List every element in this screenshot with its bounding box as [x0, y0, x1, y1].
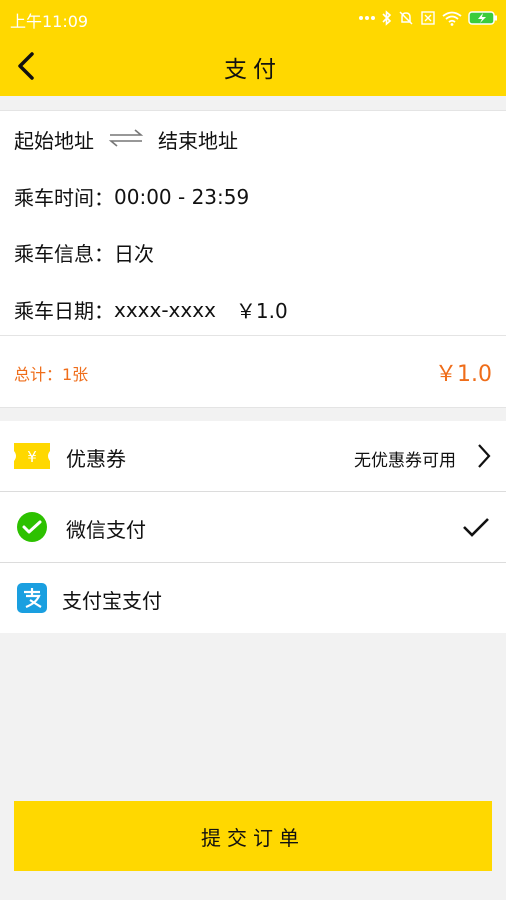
ride-date-row: 乘车日期： xxxx-xxxx ￥1.0: [14, 295, 288, 324]
ride-info-value: 日次: [114, 242, 154, 266]
swap-arrows-icon: [108, 128, 144, 152]
alipay-label: 支付宝支付: [62, 589, 162, 613]
ride-date-value: xxxx-xxxx: [114, 297, 216, 322]
total-label: 总计：1张: [14, 365, 89, 384]
app-bar: 支付: [0, 36, 506, 96]
chevron-right-icon: [476, 443, 492, 473]
mute-bell-icon: [399, 11, 413, 25]
total-amount: ￥1.0: [435, 362, 492, 387]
alipay-row[interactable]: 支付宝支付: [0, 563, 506, 633]
divider: [0, 335, 506, 336]
coupon-ticket-icon: ¥: [14, 441, 50, 471]
submit-order-button[interactable]: 提交订单: [14, 801, 492, 871]
ride-info-label: 乘车信息: [14, 242, 94, 266]
coupon-label: 优惠券: [66, 447, 126, 471]
ride-time-row: 乘车时间： 00:00 - 23:59: [14, 182, 249, 211]
route-row: 起始地址 结束地址: [14, 125, 238, 154]
coupon-status: 无优惠券可用: [354, 451, 456, 471]
wechat-pay-row[interactable]: 微信支付: [0, 492, 506, 562]
page-title: 支付: [224, 57, 282, 83]
wifi-icon: [442, 11, 462, 26]
end-address: 结束地址: [158, 129, 238, 153]
more-dots-icon: [359, 16, 375, 20]
payment-card: ¥ 优惠券 无优惠券可用 微信支付 支付宝支付: [0, 421, 506, 633]
ride-date-label: 乘车日期: [14, 299, 94, 323]
bluetooth-icon: [382, 10, 392, 26]
no-sim-icon: [421, 11, 435, 25]
status-icons: [358, 7, 498, 29]
ride-time-value: 00:00 - 23:59: [114, 184, 250, 209]
status-bar: 上午11:09: [0, 0, 506, 36]
ride-info-row: 乘车信息： 日次: [14, 238, 154, 267]
battery-charging-icon: [468, 11, 497, 25]
status-time: 上午11:09: [10, 12, 89, 31]
wechat-pay-icon: [14, 512, 50, 542]
start-address: 起始地址: [14, 129, 94, 153]
wechat-pay-label: 微信支付: [66, 518, 146, 542]
trip-details-card: 起始地址 结束地址 乘车时间： 00:00 - 23:59 乘车信息： 日次 乘…: [0, 110, 506, 408]
checkmark-icon: [462, 516, 490, 542]
svg-text:¥: ¥: [27, 448, 37, 466]
ride-time-label: 乘车时间: [14, 186, 94, 210]
alipay-icon: [14, 583, 50, 613]
coupon-row[interactable]: ¥ 优惠券 无优惠券可用: [0, 421, 506, 491]
ride-price: ￥1.0: [235, 299, 288, 323]
